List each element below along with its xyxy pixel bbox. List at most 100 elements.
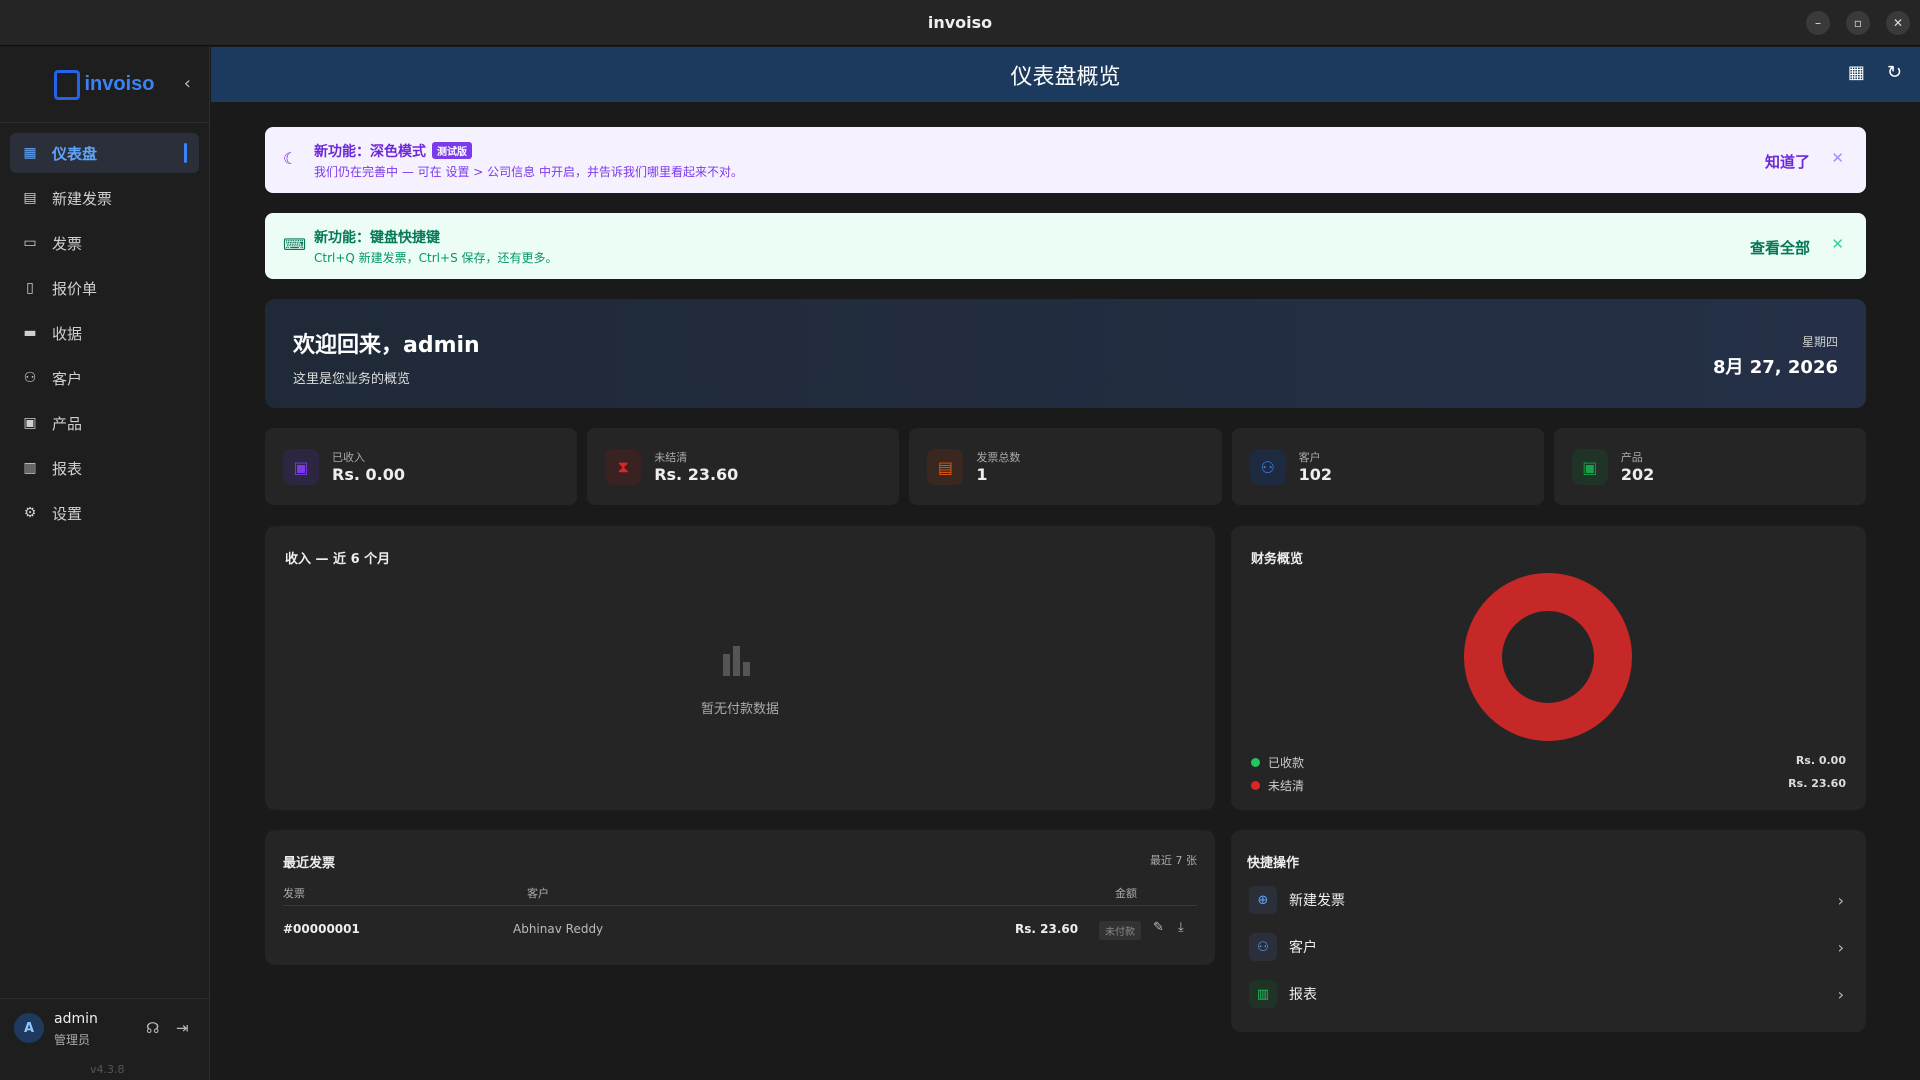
quick-action-label: 报表 — [1289, 987, 1317, 1003]
invoice-icon: ▭ — [23, 235, 37, 251]
sidebar-nav: ▦ 仪表盘 ▤ 新建发票 ▭ 发票 ▯ 报价单 ▬ 收据 ⚇ 客户 ▣ 产品 ▥ — [0, 123, 209, 548]
beta-badge: 测试版 — [432, 142, 472, 159]
sidebar-item-invoices[interactable]: ▭ 发票 — [10, 223, 199, 263]
empty-chart-icon — [723, 646, 757, 676]
stat-label: 产品 — [1620, 451, 1643, 464]
legend-label: 已收款 — [1268, 756, 1305, 770]
bar-chart-icon: ▥ — [23, 460, 37, 476]
legend-item-received: 已收款 Rs. 0.00 — [1251, 754, 1846, 771]
welcome-card: 欢迎回来，admin 这里是您业务的概览 星期四 8月 27, 2026 — [265, 299, 1866, 408]
user-panel: A admin 管理员 ☊ ⇥ v4.3.8 — [0, 998, 210, 1080]
version-label: v4.3.8 — [90, 1063, 125, 1076]
download-icon[interactable]: ⤓ — [1178, 920, 1184, 935]
sidebar-item-label: 客户 — [52, 369, 83, 388]
sidebar-item-products[interactable]: ▣ 产品 — [10, 403, 199, 443]
stat-label: 客户 — [1298, 451, 1321, 464]
column-header: 发票 — [283, 887, 305, 900]
card-title: 快捷操作 — [1247, 856, 1300, 871]
stats-row: ▣ 已收入 Rs. 0.00 ⧗ 未结清 Rs. 23.60 ▤ 发票总数 1 … — [265, 428, 1867, 505]
app-logo[interactable]: invoiso — [54, 69, 155, 100]
chevron-right-icon: › — [1837, 890, 1844, 910]
page-header: 仪表盘概览 ▦ ↻ — [211, 47, 1920, 102]
add-user-icon: ⚇ — [1249, 933, 1277, 961]
user-role: 管理员 — [54, 1033, 91, 1047]
logout-icon[interactable]: ⇥ — [176, 1019, 189, 1037]
edit-icon[interactable]: ✎ — [1153, 920, 1164, 935]
banner-title: 新功能：键盘快捷键 — [314, 230, 440, 246]
legend-value: Rs. 0.00 — [1795, 754, 1846, 767]
stat-label: 未结清 — [654, 451, 688, 464]
close-icon[interactable]: ✕ — [1831, 235, 1844, 253]
collapse-sidebar-icon[interactable]: ‹ — [184, 73, 191, 94]
main-content: ☾ 新功能：深色模式 测试版 我们仍在完善中 — 可在 设置 > 公司信息 中开启… — [211, 102, 1920, 1080]
stat-value: 1 — [976, 465, 988, 484]
card-title: 收入 — 近 6 个月 — [285, 552, 391, 567]
receipt-icon: ▤ — [927, 449, 964, 485]
stat-label: 发票总数 — [976, 451, 1021, 464]
plus-circle-icon: ⊕ — [1249, 886, 1277, 914]
invoice-amount: Rs. 23.60 — [1015, 922, 1079, 936]
sidebar-item-label: 报价单 — [52, 279, 98, 298]
stat-card-products: ▣ 产品 202 — [1553, 428, 1867, 505]
stat-card-outstanding: ⧗ 未结清 Rs. 23.60 — [587, 428, 900, 505]
date-label: 8月 27, 2026 — [1712, 357, 1838, 378]
sidebar-item-receipts[interactable]: ▬ 收据 — [10, 313, 199, 353]
card-title: 最近发票 — [283, 856, 336, 871]
close-window-button[interactable]: ✕ — [1886, 11, 1910, 35]
stat-value: 202 — [1620, 465, 1655, 484]
quick-action-label: 新建发票 — [1289, 893, 1345, 909]
recent-invoices-card: 最近发票 最近 7 张 发票 客户 金额 #00000001 Abhinav R… — [265, 830, 1215, 965]
status-badge: 未付款 — [1099, 921, 1141, 940]
sidebar-item-new-invoice[interactable]: ▤ 新建发票 — [10, 178, 199, 218]
sidebar-item-reports[interactable]: ▥ 报表 — [10, 448, 199, 488]
shortcuts-banner: ⌨ 新功能：键盘快捷键 Ctrl+Q 新建发票，Ctrl+S 保存，还有更多。 … — [265, 213, 1866, 279]
sidebar-item-label: 报表 — [52, 459, 83, 478]
support-icon[interactable]: ☊ — [146, 1019, 159, 1037]
stat-card-received: ▣ 已收入 Rs. 0.00 — [265, 428, 578, 505]
view-all-button[interactable]: 查看全部 — [1750, 237, 1810, 258]
stat-value: 102 — [1298, 465, 1333, 484]
maximize-button[interactable]: ▫ — [1846, 11, 1870, 35]
logo-text: invoiso — [84, 73, 155, 95]
window-titlebar: invoiso – ▫ ✕ — [0, 0, 1920, 46]
stat-value: Rs. 0.00 — [332, 465, 405, 484]
wallet-icon: ▣ — [283, 449, 319, 485]
refresh-icon[interactable]: ↻ — [1887, 62, 1902, 83]
quick-action-customers[interactable]: ⚇ 客户 › — [1249, 928, 1848, 966]
keyboard-icon: ⌨ — [283, 235, 307, 254]
qr-code-icon[interactable]: ▦ — [1848, 62, 1865, 83]
sidebar-item-dashboard[interactable]: ▦ 仪表盘 — [10, 133, 199, 173]
quick-actions-card: 快捷操作 ⊕ 新建发票 › ⚇ 客户 › ▥ 报表 › — [1231, 830, 1866, 1032]
avatar[interactable]: A — [14, 1013, 44, 1043]
legend-item-outstanding: 未结清 Rs. 23.60 — [1251, 777, 1846, 794]
close-icon[interactable]: ✕ — [1831, 149, 1844, 167]
logo-mark-icon — [54, 69, 81, 100]
legend-dot — [1251, 758, 1260, 767]
invoice-customer: Abhinav Reddy — [513, 922, 604, 936]
quick-action-label: 客户 — [1289, 940, 1317, 956]
banner-description: 我们仍在完善中 — 可在 设置 > 公司信息 中开启，并告诉我们哪里看起来不对。 — [314, 165, 743, 179]
new-invoice-icon: ▤ — [23, 190, 37, 206]
minimize-button[interactable]: – — [1806, 11, 1830, 35]
users-icon: ⚇ — [23, 370, 37, 386]
bar-chart-icon: ▥ — [1249, 980, 1277, 1008]
weekday-label: 星期四 — [1801, 335, 1838, 349]
dark-mode-banner: ☾ 新功能：深色模式 测试版 我们仍在完善中 — 可在 设置 > 公司信息 中开启… — [265, 127, 1866, 193]
sidebar-item-customers[interactable]: ⚇ 客户 — [10, 358, 199, 398]
hourglass-icon: ⧗ — [605, 449, 642, 485]
quick-action-new-invoice[interactable]: ⊕ 新建发票 › — [1249, 881, 1848, 919]
sidebar-item-label: 发票 — [52, 234, 83, 253]
got-it-button[interactable]: 知道了 — [1765, 151, 1810, 172]
sidebar-item-quotes[interactable]: ▯ 报价单 — [10, 268, 199, 308]
recent-count-label: 最近 7 张 — [1150, 854, 1197, 867]
welcome-subtitle: 这里是您业务的概览 — [293, 372, 411, 387]
sidebar-item-settings[interactable]: ⚙ 设置 — [10, 493, 199, 533]
sidebar: invoiso ‹ ▦ 仪表盘 ▤ 新建发票 ▭ 发票 ▯ 报价单 ▬ 收据 ⚇… — [0, 47, 210, 1080]
sidebar-item-label: 新建发票 — [52, 189, 113, 208]
archive-icon: ▣ — [23, 415, 37, 431]
sidebar-item-label: 收据 — [52, 324, 83, 343]
empty-state-text: 暂无付款数据 — [700, 702, 779, 717]
quick-action-reports[interactable]: ▥ 报表 › — [1249, 975, 1848, 1013]
archive-icon: ▣ — [1571, 449, 1608, 485]
invoice-number-link[interactable]: #00000001 — [283, 922, 360, 936]
